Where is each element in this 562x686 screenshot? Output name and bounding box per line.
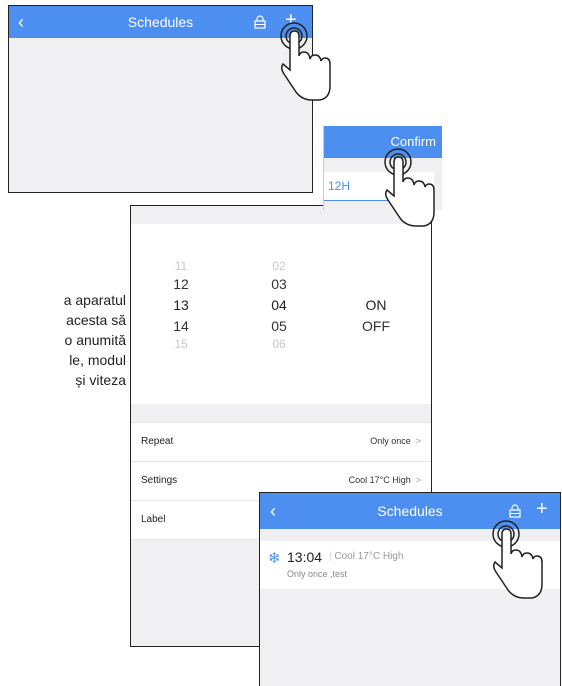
repeat-label: Repeat: [141, 436, 174, 447]
settings-value: Cool 17°C High >: [348, 475, 421, 485]
minute-item: 03: [271, 276, 287, 292]
text-line: și viteza: [75, 372, 126, 388]
text-line: acesta să: [66, 312, 126, 328]
minute-column[interactable]: 02 03 04 05 06: [249, 258, 309, 352]
schedule-time: 13:04: [287, 549, 323, 565]
minute-item: 06: [272, 337, 286, 351]
pointing-hand-icon: [384, 148, 435, 227]
minute-item: 05: [271, 318, 287, 334]
snowflake-icon: ❄: [268, 550, 281, 567]
time-wheel[interactable]: 11 12 13 14 15 02 03 04 05 06 ON OFF: [131, 224, 431, 404]
instruction-text: a aparatul acesta să o anumită le, modul…: [0, 290, 126, 390]
text-line: le, modul: [69, 352, 126, 368]
minute-item-selected: 04: [271, 297, 287, 313]
state-off: OFF: [362, 318, 390, 334]
schedules-screen-empty: ‹ Schedules +: [8, 5, 313, 193]
pointing-hand-icon: [280, 22, 331, 101]
settings-label: Settings: [141, 475, 178, 486]
text-line: o anumită: [64, 332, 126, 348]
hour-item: 11: [174, 259, 188, 273]
repeat-value: Only once >: [370, 436, 421, 446]
hour-item-selected: 13: [173, 297, 189, 313]
format-label: 12H: [328, 179, 351, 193]
schedule-subtext: Only once ,test: [287, 569, 348, 579]
hour-item: 15: [174, 337, 188, 351]
hour-item: 12: [173, 276, 189, 292]
top-bar: ‹ Schedules +: [9, 6, 312, 38]
hour-item: 14: [173, 318, 189, 334]
minute-item: 02: [272, 259, 286, 273]
schedule-mode: | Cool 17°C High: [329, 551, 404, 562]
repeat-row[interactable]: Repeat Only once >: [131, 422, 431, 461]
home-lock-icon[interactable]: [253, 15, 267, 29]
state-column[interactable]: ON OFF: [331, 294, 421, 336]
text-line: a aparatul: [63, 292, 126, 308]
hour-column[interactable]: 11 12 13 14 15: [151, 258, 211, 352]
home-lock-icon[interactable]: [508, 504, 522, 518]
label-label: Label: [141, 514, 166, 525]
pointing-hand-icon: [492, 520, 543, 599]
state-on: ON: [365, 297, 387, 313]
